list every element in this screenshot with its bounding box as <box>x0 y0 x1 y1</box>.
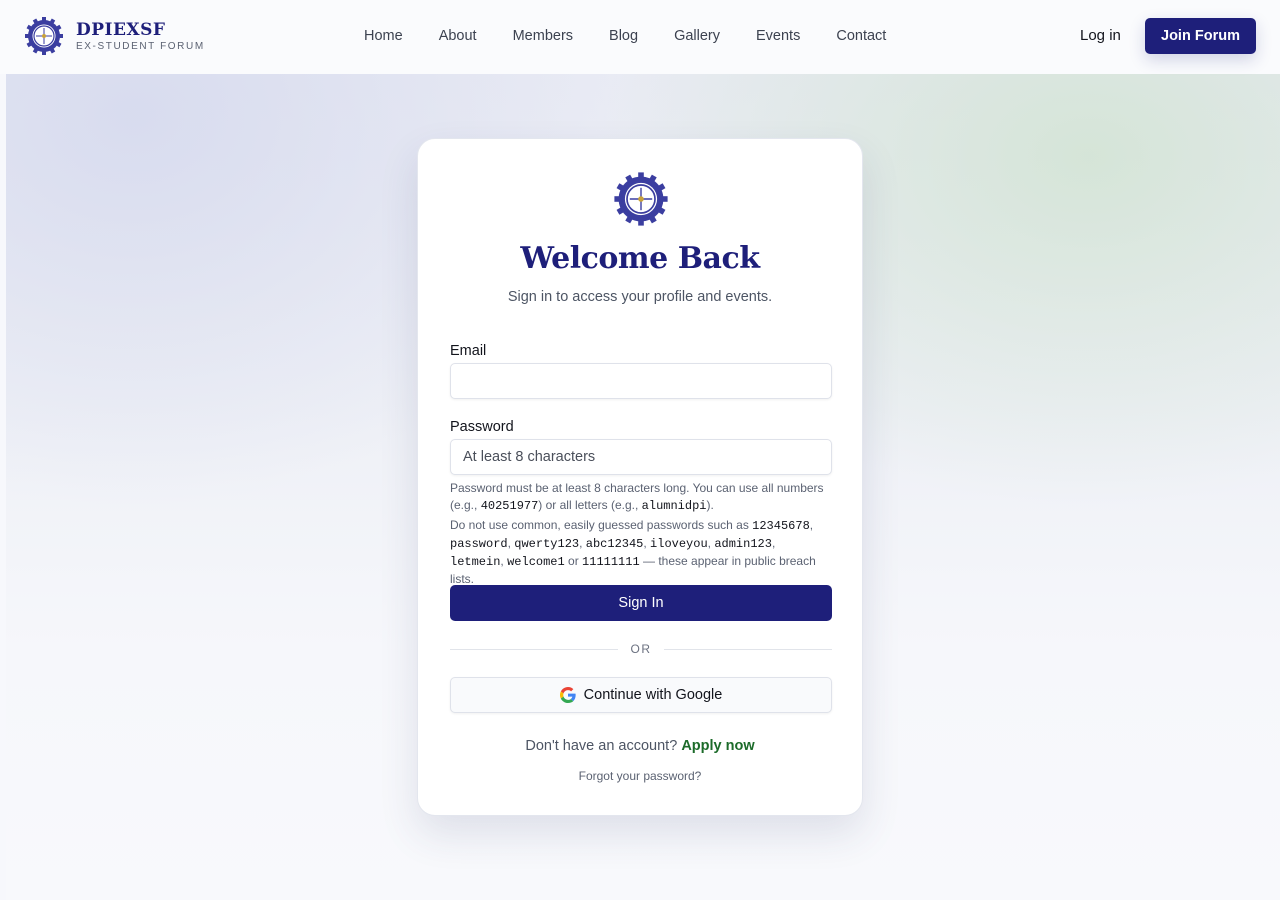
google-icon <box>559 687 576 703</box>
password-field[interactable] <box>450 439 832 475</box>
main-nav: Home About Members Blog Gallery Events C… <box>364 26 922 46</box>
join-forum-button[interactable]: Join Forum <box>1145 18 1256 54</box>
password-warning-text: Do not use common, easily guessed passwo… <box>450 518 816 586</box>
password-help-text: Password must be at least 8 characters l… <box>450 481 824 513</box>
or-divider: OR <box>450 641 832 657</box>
google-signin-button[interactable]: Continue with Google <box>450 677 832 713</box>
page-title: Welcome Back <box>520 241 760 276</box>
email-label: Email <box>450 343 487 359</box>
page-subtitle: Sign in to access your profile and event… <box>507 289 773 305</box>
google-button-label: Continue with Google <box>583 687 723 703</box>
login-card: Welcome Back Sign in to access your prof… <box>417 138 863 816</box>
nav-gallery[interactable]: Gallery <box>674 26 720 46</box>
forum-emblem-icon <box>25 17 63 55</box>
brand[interactable]: DPIEXSF EX-STUDENT FORUM <box>24 16 205 56</box>
forgot-password-link[interactable]: Forgot your password? <box>418 769 862 783</box>
top-navbar: DPIEXSF EX-STUDENT FORUM Home About Memb… <box>0 0 1280 74</box>
signup-prompt: Don't have an account? Apply now <box>525 738 755 754</box>
nav-home[interactable]: Home <box>364 26 403 46</box>
brand-subtitle: EX-STUDENT FORUM <box>76 40 205 52</box>
sign-in-button[interactable]: Sign In <box>450 585 832 621</box>
nav-members[interactable]: Members <box>513 26 573 46</box>
nav-about[interactable]: About <box>439 26 477 46</box>
nav-contact[interactable]: Contact <box>836 26 886 46</box>
nav-blog[interactable]: Blog <box>609 26 638 46</box>
password-label: Password <box>450 419 514 435</box>
email-field[interactable] <box>450 363 832 399</box>
nav-events[interactable]: Events <box>756 26 800 46</box>
apply-now-link[interactable]: Apply now <box>681 738 754 754</box>
brand-name: DPIEXSF <box>76 19 166 40</box>
login-link[interactable]: Log in <box>1080 26 1121 46</box>
forum-emblem-icon <box>614 172 668 226</box>
